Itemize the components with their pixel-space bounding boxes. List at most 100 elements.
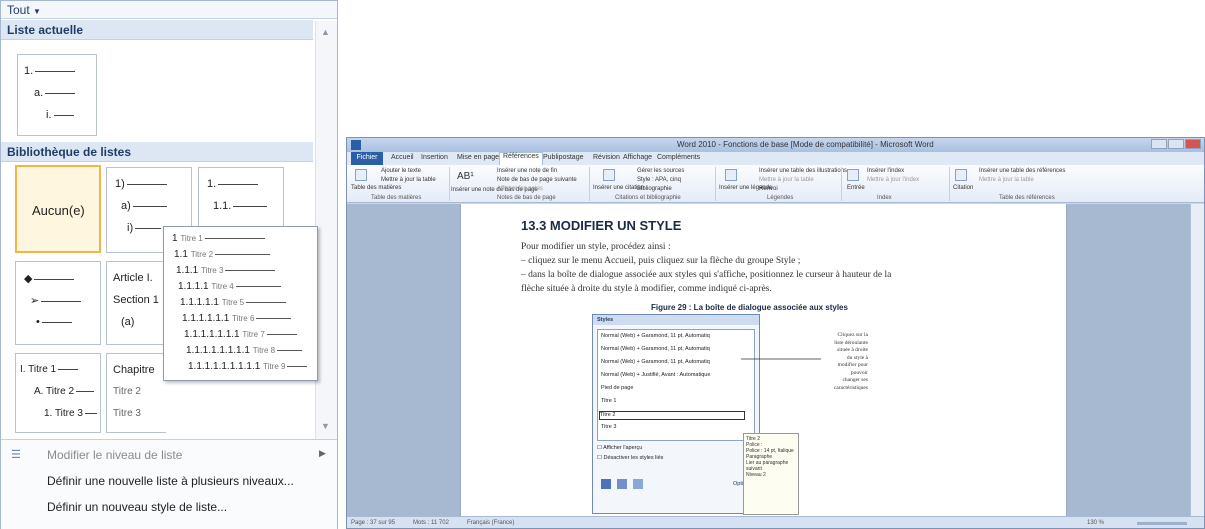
mark-entry-button[interactable]: Entrée <box>847 185 865 191</box>
update-table-button[interactable]: Mettre à jour la table <box>381 177 436 183</box>
scroll-down-icon[interactable]: ▼ <box>321 421 330 431</box>
citation-icon[interactable] <box>603 169 615 181</box>
tab-mise-en-page[interactable]: Mise en page <box>457 154 499 161</box>
style-list-item: Normal (Web) + Garamond, 11 pt, Automati… <box>601 346 710 352</box>
mark-citation-icon[interactable] <box>955 169 967 181</box>
styles-pane-title: Styles <box>593 315 759 325</box>
tooltip-line: Lier au paragraphe suivant <box>746 460 789 472</box>
figure-callout: Cliquez sur la liste déroulante située à d… <box>816 332 868 392</box>
manage-styles-icon <box>633 479 643 489</box>
tab-accueil[interactable]: Accueil <box>391 154 414 161</box>
gallery-scrollbar[interactable]: ▲ ▼ <box>315 21 337 439</box>
callout-line-text: caractéristiques <box>833 384 868 391</box>
styles-list: Normal (Web) + Garamond, 11 pt, Automati… <box>597 329 755 441</box>
list-chapitre-option[interactable]: Chapitre Titre 2 Titre 3 <box>106 353 166 433</box>
toc-button[interactable]: Table des matières <box>351 185 401 191</box>
insert-table-figures-button[interactable]: Insérer une table des illustrations <box>759 168 847 174</box>
word-count[interactable]: Mots : 11 702 <box>413 520 449 526</box>
callout-line-text: Cliquez sur la <box>837 332 868 338</box>
insert-toa-button[interactable]: Insérer une table des références <box>979 168 1065 174</box>
mark-entry-icon[interactable] <box>847 169 859 181</box>
doc-paragraph: – cliquez sur le menu Accueil, puis cliq… <box>521 256 801 266</box>
list-bullets-option[interactable]: ◆ ➢ • <box>15 261 101 345</box>
gallery-footer: ☰ Modifier le niveau de liste ▶ Définir … <box>1 439 337 529</box>
popup-level-line: 1.1.1.1.1 Titre 5 <box>180 297 287 308</box>
style-tooltip: Titre 2 Police : Police : 14 pt, Italique P… <box>743 433 799 515</box>
ribbon-references: Table des matières Ajouter le texte Mett… <box>347 165 1204 203</box>
list-article-section-option[interactable]: Article I. Section 1 (a) <box>106 261 166 345</box>
tab-r-vision[interactable]: Révision <box>593 154 620 161</box>
callout-line-text: changer ses <box>842 377 868 383</box>
document-page[interactable]: 13.3 MODIFIER UN STYLE Pour modifier un … <box>460 204 1067 516</box>
insert-endnote-button[interactable]: Insérer une note de fin <box>497 168 557 174</box>
styles-pane-image: Styles Normal (Web) + Garamond, 11 pt, A… <box>592 314 799 515</box>
tab-insertion[interactable]: Insertion <box>421 154 448 161</box>
style-list-item: Titre 2 <box>599 411 745 420</box>
style-select[interactable]: Style : APA, cinq <box>637 177 681 183</box>
update-toa-button[interactable]: Mettre à jour la table <box>979 177 1034 183</box>
popup-level-line: 1.1 Titre 2 <box>174 249 271 260</box>
figure-caption: Figure 29 : La boîte de dialogue associé… <box>651 303 848 312</box>
add-text-button[interactable]: Ajouter le texte <box>381 168 421 174</box>
list-level-icon: ☰ <box>11 449 21 461</box>
bibliography-button[interactable]: Bibliographie <box>637 186 672 192</box>
gallery-filter-dropdown[interactable]: Tout ▼ <box>1 1 337 19</box>
maximize-icon[interactable] <box>1168 139 1184 149</box>
caption-icon[interactable] <box>725 169 737 181</box>
callout-line-text: pouvoir <box>850 369 868 376</box>
close-icon[interactable] <box>1185 139 1201 149</box>
change-list-level-item[interactable]: Modifier le niveau de liste <box>47 448 182 462</box>
define-multilevel-list-item[interactable]: Définir une nouvelle liste à plusieurs n… <box>47 474 294 488</box>
page-count[interactable]: Page : 37 sur 95 <box>351 520 395 526</box>
chevron-down-icon: ▼ <box>33 7 41 16</box>
update-index-button[interactable]: Mettre à jour l'index <box>867 177 919 183</box>
language-indicator[interactable]: Français (France) <box>467 520 514 526</box>
popup-level-line: 1.1.1.1.1.1 Titre 6 <box>182 313 292 324</box>
cross-reference-button[interactable]: Renvoi <box>759 186 778 192</box>
style-list-item: Normal (Web) + Justifié, Avant : Automat… <box>601 372 711 378</box>
popup-level-line: 1.1.1.1.1.1.1.1.1 Titre 9 <box>188 361 308 372</box>
current-list-thumb[interactable]: 1. a. i. <box>17 54 97 136</box>
tooltip-line: Niveau 2 <box>746 472 766 478</box>
callout-line-text: du style à <box>846 354 868 361</box>
insert-index-button[interactable]: Insérer l'index <box>867 168 904 174</box>
toc-icon[interactable] <box>355 169 367 181</box>
footnote-icon[interactable]: AB¹ <box>457 171 474 182</box>
define-list-style-item[interactable]: Définir un nouveau style de liste... <box>47 500 227 514</box>
tab-r-f-rences[interactable]: Références <box>499 152 543 165</box>
style-list-item: Normal (Web) + Garamond, 11 pt, Automati… <box>601 333 710 339</box>
manage-sources-button[interactable]: Gérer les sources <box>637 168 684 174</box>
list-preview-popup: 1 Titre 1 1.1 Titre 2 1.1.1 Titre 3 1.1.1.1… <box>163 226 318 381</box>
tab-fichier[interactable]: Fichier <box>351 152 383 165</box>
minimize-icon[interactable] <box>1151 139 1167 149</box>
popup-level-line: 1 Titre 1 <box>172 233 265 244</box>
doc-paragraph: – dans la boîte de dialogue associée aux… <box>521 270 892 280</box>
word-logo-icon <box>351 140 361 150</box>
new-style-icon <box>601 479 611 489</box>
style-inspector-icon <box>617 479 627 489</box>
next-footnote-button[interactable]: Note de bas de page suivante <box>497 177 577 183</box>
zoom-level[interactable]: 130 % <box>1087 520 1104 526</box>
scroll-up-icon[interactable]: ▲ <box>321 27 330 37</box>
document-scrollbar[interactable] <box>1190 204 1204 516</box>
section-current-list: Liste actuelle <box>1 20 313 40</box>
mark-citation-button[interactable]: Citation <box>953 185 973 191</box>
chevron-right-icon: ▶ <box>319 448 326 458</box>
show-notes-button[interactable]: Afficher les notes <box>497 186 543 192</box>
tab-affichage[interactable]: Affichage <box>623 154 652 161</box>
style-list-item: Normal (Web) + Garamond, 11 pt, Automati… <box>601 359 710 365</box>
list-titre-roman-option[interactable]: I. Titre 1 A. Titre 2 1. Titre 3 <box>15 353 101 433</box>
word-titlebar: Word 2010 - Fonctions de base [Mode de c… <box>347 138 1204 152</box>
doc-paragraph: flèche située à droite du style à modifi… <box>521 284 772 294</box>
document-area: 13.3 MODIFIER UN STYLE Pour modifier un … <box>347 204 1192 516</box>
zoom-slider[interactable] <box>1137 522 1187 525</box>
window-controls <box>1150 139 1202 150</box>
tab-publipostage[interactable]: Publipostage <box>543 154 583 161</box>
tab-compl-ments[interactable]: Compléments <box>657 154 700 161</box>
popup-level-line: 1.1.1.1 Titre 4 <box>178 281 281 292</box>
update-figures-button[interactable]: Mettre à jour la table <box>759 177 814 183</box>
section-list-library: Bibliothèque de listes <box>1 142 313 162</box>
filter-label: Tout <box>7 3 30 17</box>
callout-line <box>741 358 821 360</box>
list-none-option[interactable]: Aucun(e) <box>15 165 101 253</box>
